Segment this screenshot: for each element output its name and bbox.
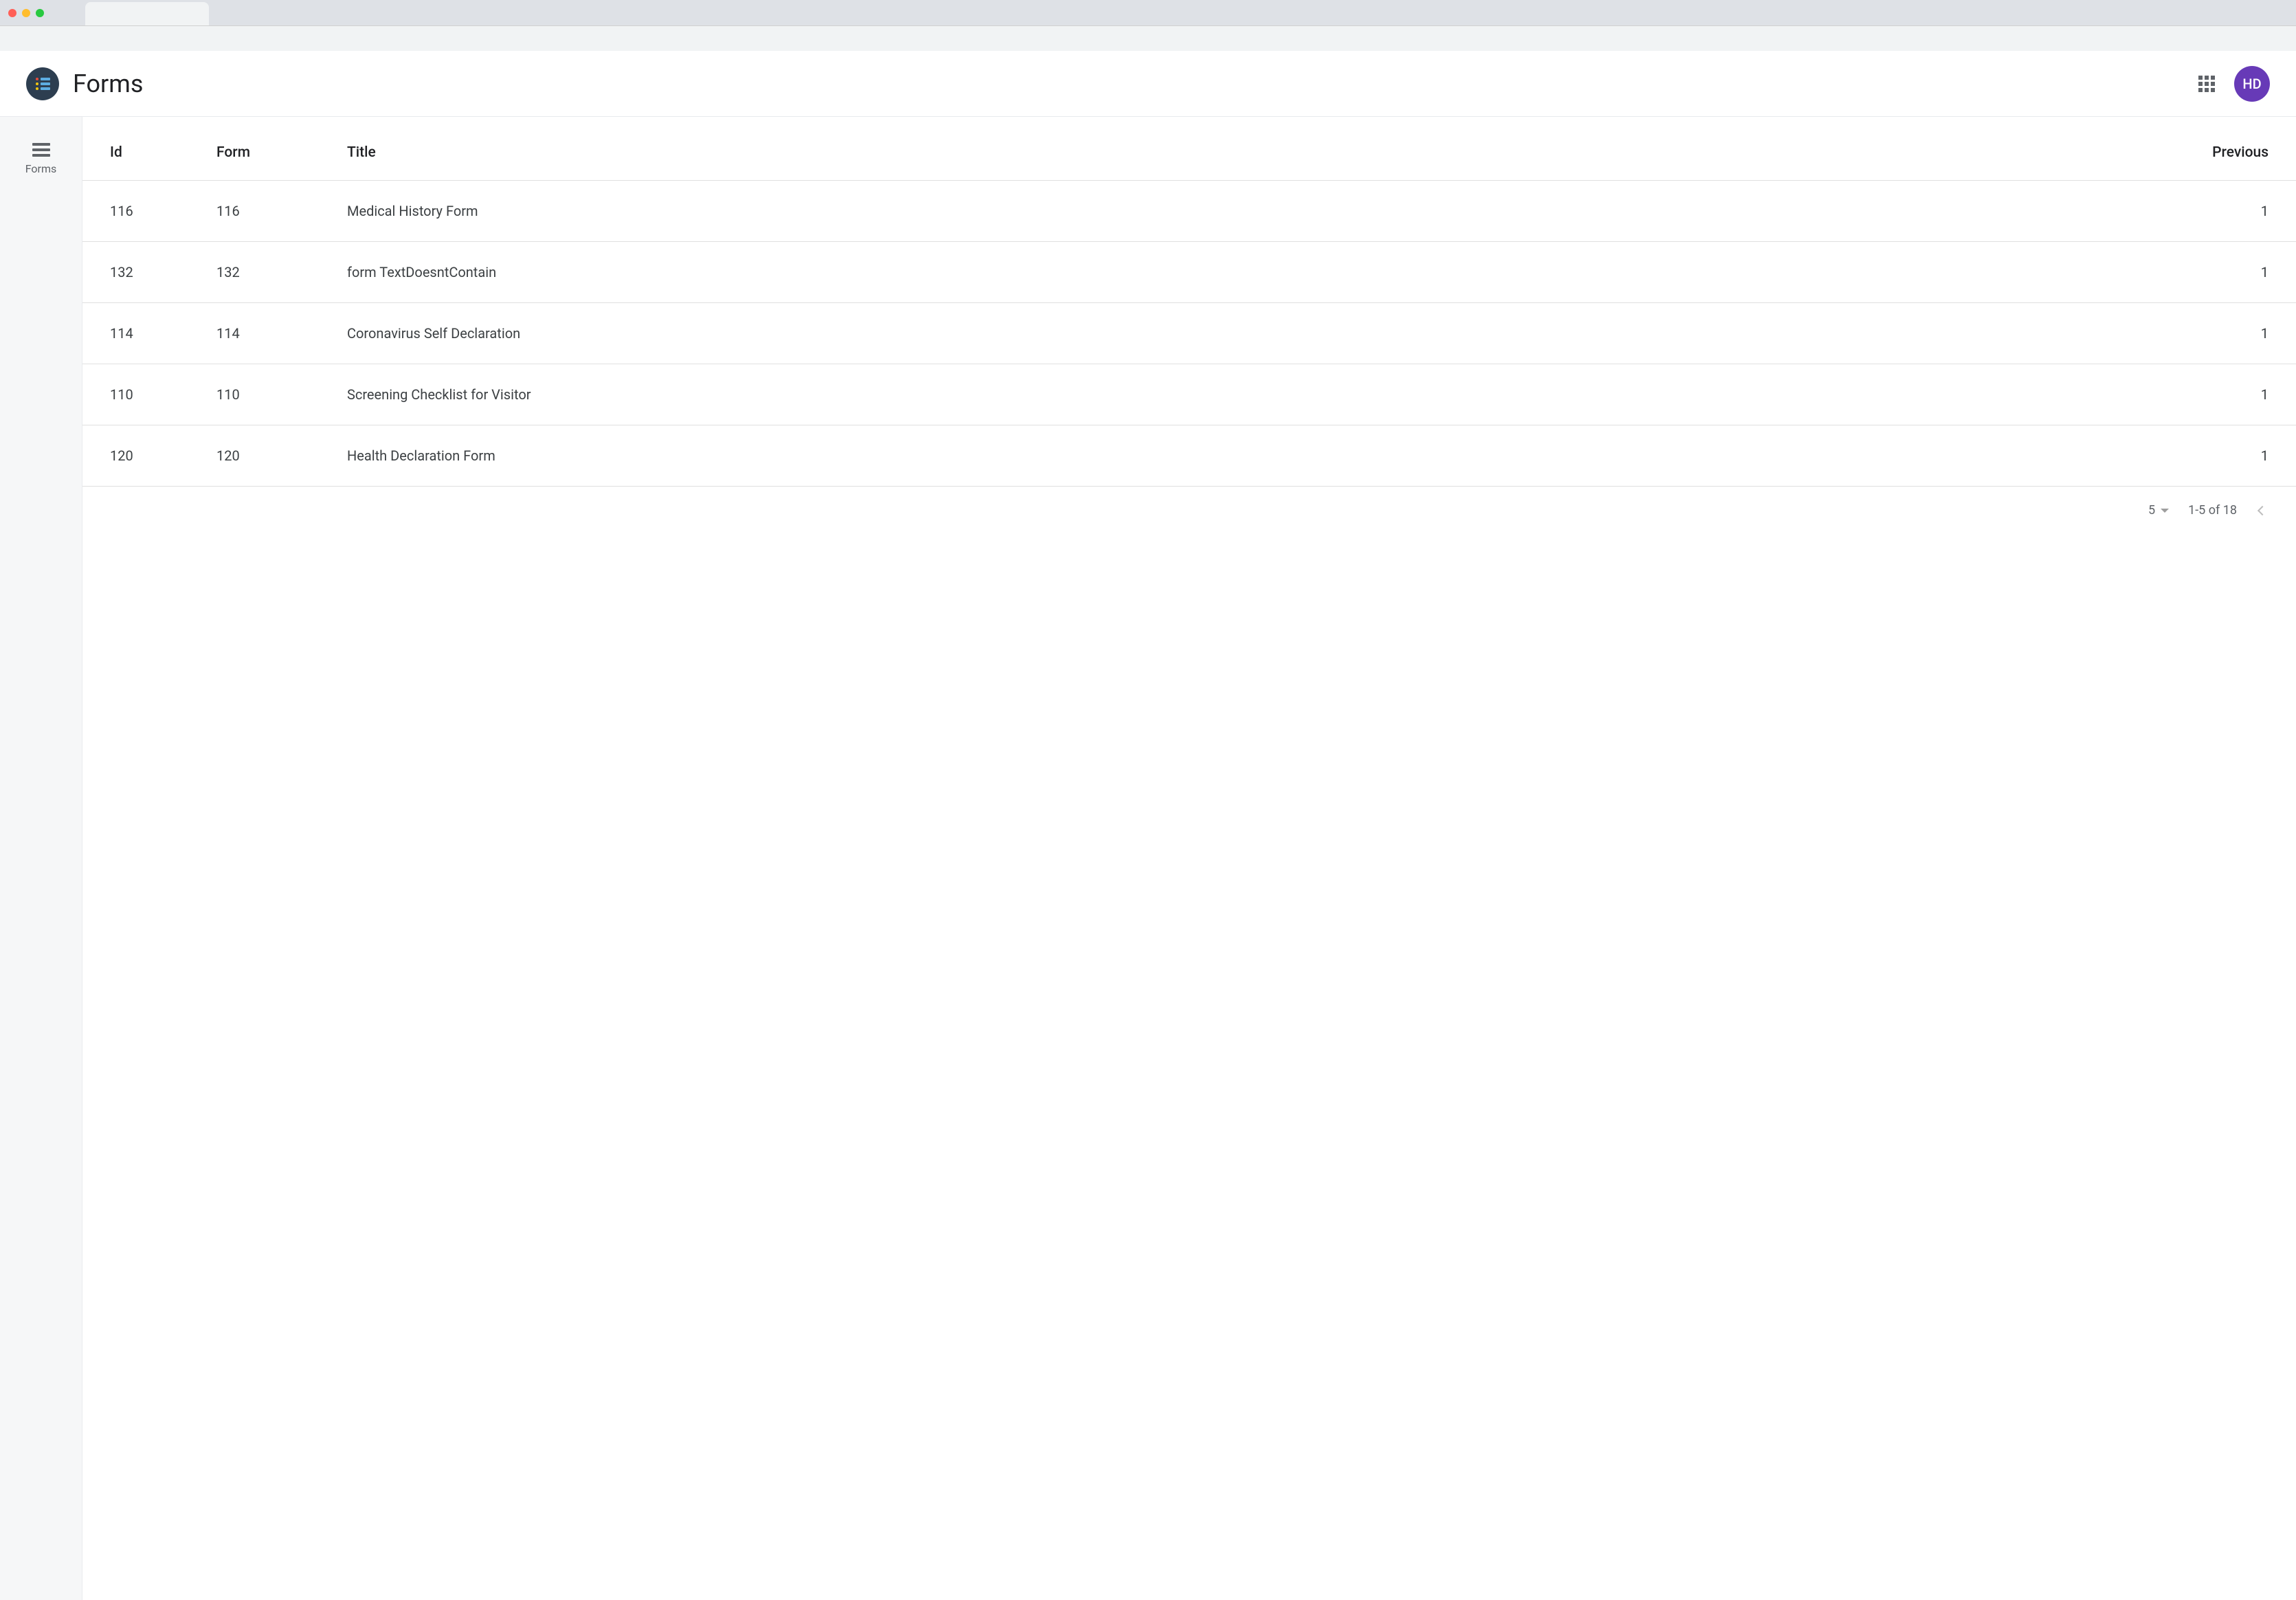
column-header-form[interactable]: Form <box>216 144 347 161</box>
cell-id: 120 <box>110 447 216 464</box>
window-close-button[interactable] <box>8 9 16 17</box>
cell-form: 120 <box>216 447 347 464</box>
cell-id: 114 <box>110 325 216 342</box>
column-header-id[interactable]: Id <box>110 144 216 161</box>
cell-title: Health Declaration Form <box>347 447 2186 464</box>
table-row[interactable]: 116 116 Medical History Form 1 <box>82 181 2296 242</box>
browser-chrome <box>0 0 2296 26</box>
table-header-row: Id Form Title Previous <box>82 117 2296 181</box>
page-title: Forms <box>73 69 2198 98</box>
chevron-down-icon <box>2161 509 2169 513</box>
window-controls <box>8 9 44 17</box>
page-size-select[interactable]: 5 <box>2148 503 2169 518</box>
table-row[interactable]: 110 110 Screening Checklist for Visitor … <box>82 364 2296 425</box>
page-size-value: 5 <box>2148 503 2155 518</box>
table-row[interactable]: 132 132 form TextDoesntContain 1 <box>82 242 2296 303</box>
cell-previous: 1 <box>2186 203 2269 219</box>
main-content: Id Form Title Previous 116 116 Medical H… <box>82 117 2296 1600</box>
apps-grid-icon[interactable] <box>2198 76 2215 92</box>
cell-form: 114 <box>216 325 347 342</box>
cell-id: 110 <box>110 386 216 403</box>
cell-title: Screening Checklist for Visitor <box>347 386 2186 403</box>
header-actions: HD <box>2198 66 2270 102</box>
browser-tab[interactable] <box>85 2 209 25</box>
cell-previous: 1 <box>2186 447 2269 464</box>
cell-previous: 1 <box>2186 325 2269 342</box>
cell-id: 116 <box>110 203 216 219</box>
list-icon <box>32 143 50 157</box>
cell-form: 132 <box>216 264 347 280</box>
sidebar-item-label: Forms <box>25 162 57 175</box>
browser-toolbar <box>0 26 2296 51</box>
cell-title: Medical History Form <box>347 203 2186 219</box>
pagination: 5 1-5 of 18 <box>82 487 2296 526</box>
app-logo-icon <box>26 67 59 100</box>
cell-id: 132 <box>110 264 216 280</box>
app-body: Forms Id Form Title Previous 116 116 Med… <box>0 117 2296 1600</box>
cell-form: 110 <box>216 386 347 403</box>
forms-table: Id Form Title Previous 116 116 Medical H… <box>82 117 2296 487</box>
cell-title: form TextDoesntContain <box>347 264 2186 280</box>
column-header-previous[interactable]: Previous <box>2186 144 2269 161</box>
table-row[interactable]: 114 114 Coronavirus Self Declaration 1 <box>82 303 2296 364</box>
window-minimize-button[interactable] <box>22 9 30 17</box>
sidebar-item-forms[interactable]: Forms <box>0 137 82 181</box>
chevron-left-icon <box>2258 506 2267 515</box>
prev-page-button[interactable] <box>2256 500 2269 520</box>
cell-form: 116 <box>216 203 347 219</box>
window-maximize-button[interactable] <box>36 9 44 17</box>
cell-previous: 1 <box>2186 264 2269 280</box>
app-header: Forms HD <box>0 51 2296 117</box>
page-range-label: 1-5 of 18 <box>2188 503 2237 518</box>
cell-title: Coronavirus Self Declaration <box>347 325 2186 342</box>
user-avatar[interactable]: HD <box>2234 66 2270 102</box>
column-header-title[interactable]: Title <box>347 144 2186 161</box>
table-row[interactable]: 120 120 Health Declaration Form 1 <box>82 425 2296 487</box>
sidebar: Forms <box>0 117 82 1600</box>
cell-previous: 1 <box>2186 386 2269 403</box>
